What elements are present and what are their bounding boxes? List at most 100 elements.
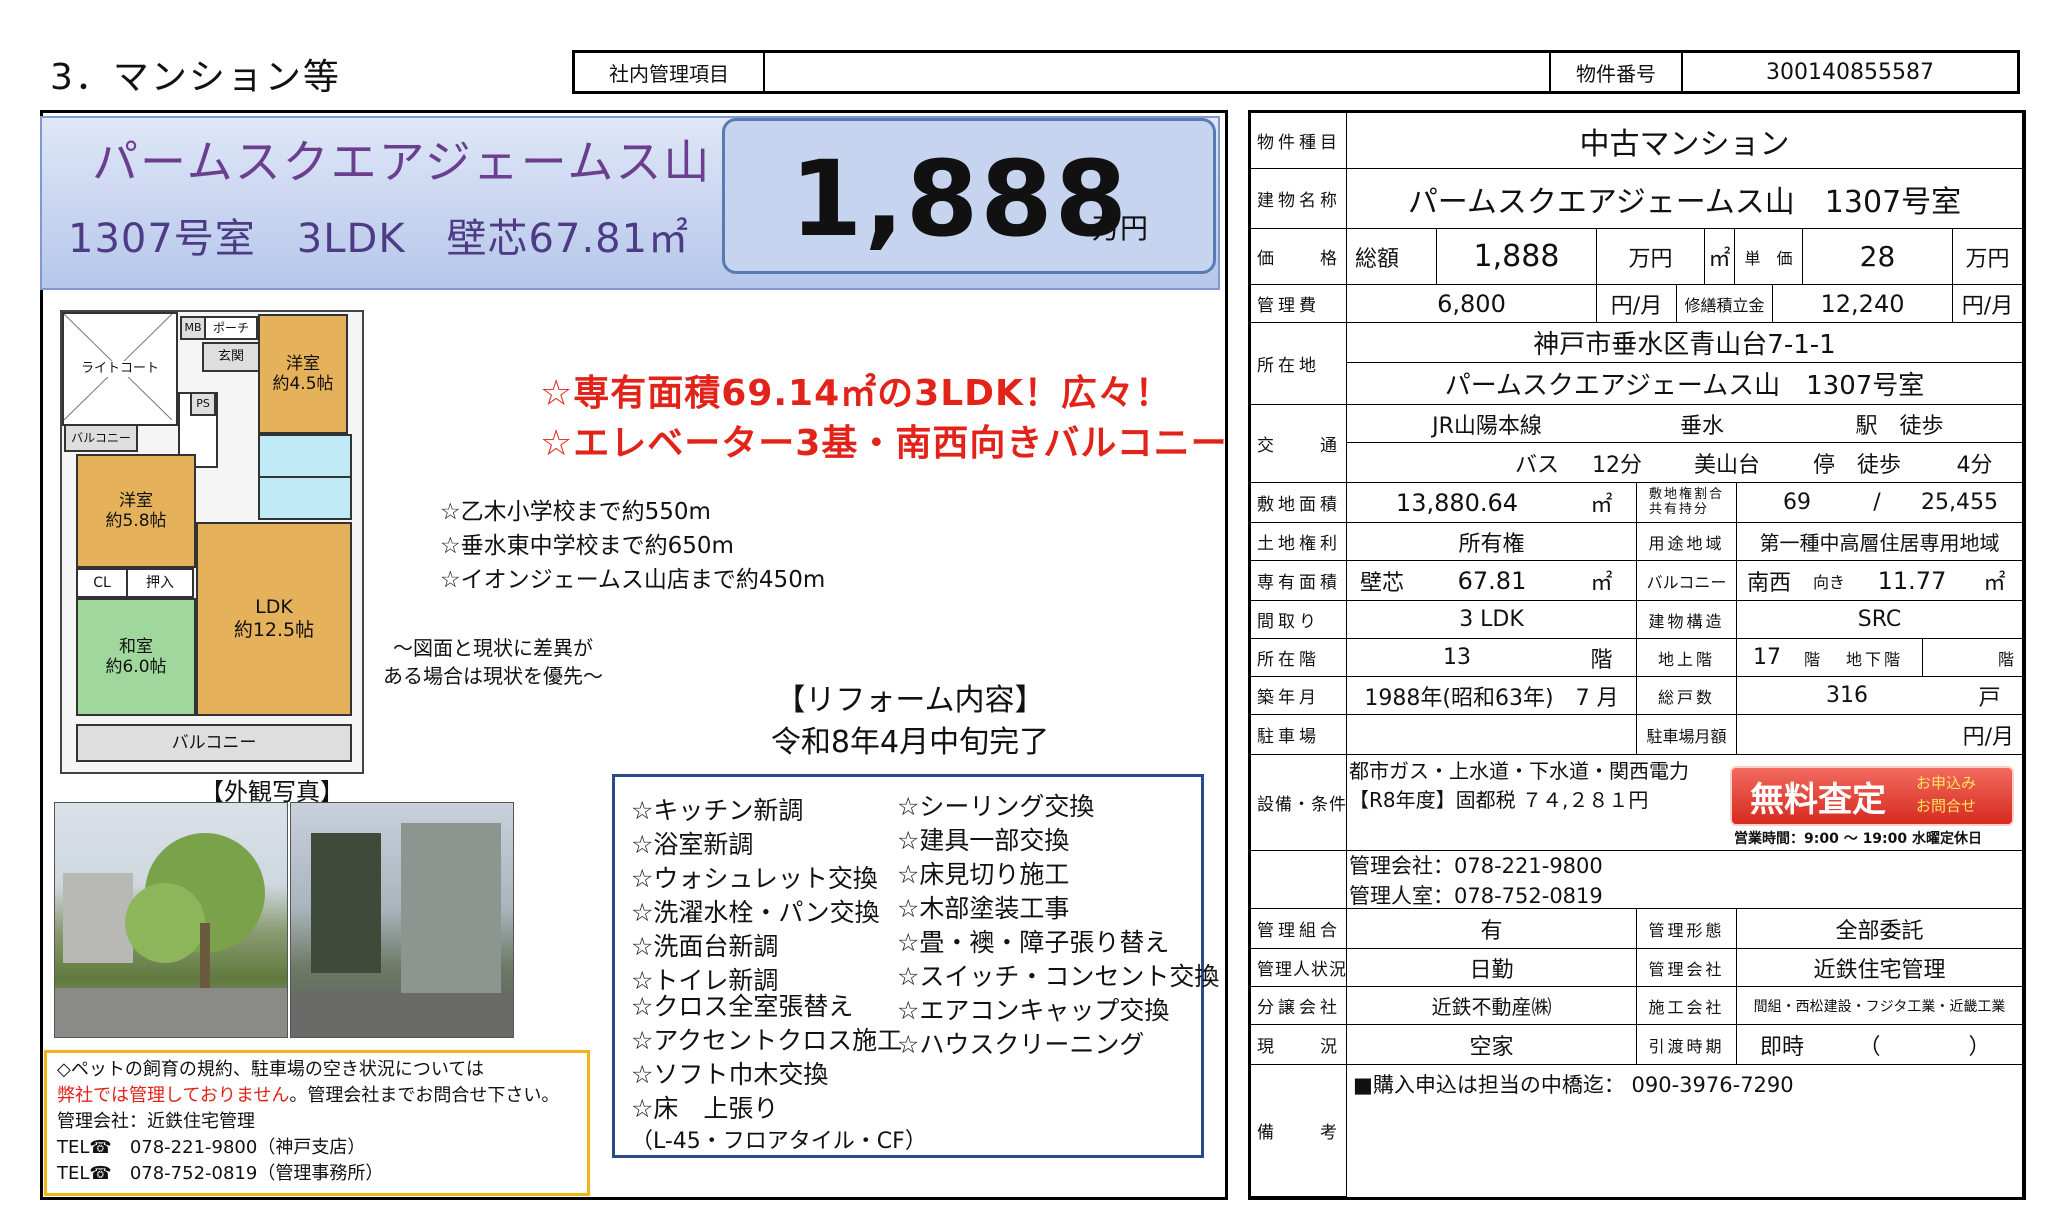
manager-label: 管理人状況 [1251,949,1347,987]
below-unit: 階 [1923,639,2023,677]
nearby-1: ☆乙木小学校まで約550m [440,499,711,525]
pet-line-2-red: 弊社では管理しておりません [57,1085,290,1107]
wall-core: 壁芯 [1347,561,1417,601]
total-value: 1,888 [1437,229,1597,285]
handover-value: 即時 [1737,1025,1827,1065]
land-area-unit: ㎡ [1567,483,1637,523]
pet-line-5: TEL☎ 078-752-0819（管理事務所） [57,1163,384,1185]
reform-title: 【リフォーム内容】 令和8年4月中旬完了 [760,680,1060,764]
balcony-label: バルコニー [1637,561,1737,601]
layout-value: 3 LDK [1347,601,1637,639]
free-assessment-hours: 営業時間：9:00 ～ 19:00 水曜定休日 [1734,831,1983,847]
price-value: 1,888 [790,138,1129,260]
repair-label: 修繕積立金 [1677,285,1773,323]
reform-item: ☆洗面台新調 [631,932,779,961]
handover-paren: （ ） [1827,1025,2023,1065]
above-value: 17 [1737,639,1797,677]
free-assessment-sub-2: お問合せ [1916,796,1977,815]
manager-value: 日勤 [1347,949,1637,987]
exclusive-area-unit: ㎡ [1567,561,1637,601]
unit-price-label: 単 価 [1735,229,1803,285]
handover-label: 引渡時期 [1637,1025,1737,1065]
washitsu: 和室 約6.0帖 [76,598,196,716]
reform-item: ☆畳・襖・障子張り替え [897,928,1170,957]
reform-item: ☆スイッチ・コンセント交換 [897,962,1220,991]
pet-line-4: TEL☎ 078-221-9800（神戸支店） [57,1137,366,1159]
ps: PS [190,392,216,416]
layout-label: 間取り [1251,601,1347,639]
reform-item: ☆ウォシュレット交換 [631,864,878,893]
transport-bus-stop: 美山台 [1667,443,1787,483]
free-assessment-badge[interactable]: 無料査定 お申込み お問合せ 営業時間：9:00 ～ 19:00 水曜定休日 [1730,766,2014,850]
mgmt-tel-label [1251,851,1347,909]
room-west-4-5: 洋室 約4.5帖 [258,314,348,434]
parking-fee-label: 駐車場月額 [1637,715,1737,755]
share-slash: / [1857,483,1897,523]
room-west-5-8: 洋室 約5.8帖 [76,454,196,568]
above-label: 地上階 [1637,639,1737,677]
reform-subtitle: 令和8年4月中旬完了 [770,725,1050,760]
balcony: バルコニー [76,724,352,762]
parking-label: 駐車場 [1251,715,1347,755]
pet-notice: ◇ペットの飼育の規約、駐車場の空き状況については 弊社では管理しておりません。管… [44,1050,590,1196]
reform-item: ☆ハウスクリーニング [897,1030,1145,1059]
balcony-area-unit: ㎡ [1967,561,2023,601]
below-label: 地下階 [1827,639,1923,677]
seller-label: 分譲会社 [1251,987,1347,1025]
transport-label: 交 通 [1251,405,1347,483]
property-number-label: 物件番号 [1551,53,1683,91]
reform-item: ☆シーリング交換 [897,792,1095,821]
ldk: LDK 約12.5帖 [196,522,352,716]
building-value: パームスクエアジェームス山 1307号室 [1347,169,2023,229]
balcony-area: 11.77 [1857,561,1967,601]
mgmt-form-label: 管理形態 [1637,909,1737,949]
mgmt-form-value: 全部委託 [1737,909,2023,949]
parking-fee-unit: 円/月 [1737,715,2023,755]
floor-label: 所在階 [1251,639,1347,677]
mgmt-co-label: 管理会社 [1637,949,1737,987]
builder-value: 間組・西松建設・フジタ工業・近畿工業 [1737,987,2023,1025]
porch: ポーチ [204,316,258,340]
sqm-mark: ㎡ [1705,229,1735,285]
headline-1: ☆専有面積69.14㎡の3LDK！広々！ [540,373,1172,414]
unit-price-unit: 万円 [1953,229,2023,285]
reform-item: （L-45・フロアタイル・CF） [631,1129,927,1154]
address-line-2: パームスクエアジェームス山 1307号室 [1347,363,2023,405]
nearby-3: ☆イオンジェームス山店まで約450m [440,567,826,593]
facilities-line-1: 都市ガス・上水道・下水道・関西電力 [1349,759,1689,783]
building-label: 建物名称 [1251,169,1347,229]
land-area-label: 敷地面積 [1251,483,1347,523]
balcony-direction: 南西 [1737,561,1801,601]
share-label: 敷地権割合 共有持分 [1637,483,1737,523]
entrance: 玄関 [202,342,260,372]
exterior-photo-1-art [55,833,287,1037]
transport-line: JR山陽本線 [1347,405,1627,443]
pet-line-1: ◇ペットの飼育の規約、駐車場の空き状況については [57,1059,484,1080]
address-line-1: 神戸市垂水区青山台7-1-1 [1347,323,2023,363]
transport-station: 垂水 [1627,405,1777,443]
land-right-label: 土地権利 [1251,523,1347,561]
assoc-label: 管理組合 [1251,909,1347,949]
transport-stop-suffix: 停 徒歩 [1787,443,1927,483]
remarks-label: 備 考 [1251,1065,1347,1197]
total-unit: 万円 [1597,229,1705,285]
exterior-photo-2 [290,802,514,1038]
transport-station-suffix: 駅 徒歩 [1777,405,2023,443]
built-label: 築年月 [1251,677,1347,715]
admin-row: 社内管理項目 物件番号 300140855587 [572,50,2020,94]
above-unit: 階 [1797,639,1827,677]
type-value: 中古マンション [1347,113,2023,169]
pet-line-2: 弊社では管理しておりません。管理会社までお問合せ下さい。 [57,1083,577,1109]
balcony-small: バルコニー [64,424,138,452]
units-label: 総戸数 [1637,677,1737,715]
parking-value [1347,715,1637,755]
unit-price-value: 28 [1803,229,1953,285]
reform-box: ☆キッチン新調 ☆浴室新調 ☆ウォシュレット交換 ☆洗濯水栓・パン交換 ☆洗面台… [612,774,1219,1158]
free-assessment-sub-1: お申込み [1916,774,1977,792]
mgmt-office-tel: 管理人室：078-752-0819 [1349,883,1603,908]
zoning-value: 第一種中高層住居専用地域 [1737,523,2023,561]
land-right-value: 所有権 [1347,523,1637,561]
transport-walk-min: 4分 [1927,443,2023,483]
reform-item: ☆クロス全室張替え [631,992,854,1021]
reform-item: ☆木部塗装工事 [897,894,1070,923]
